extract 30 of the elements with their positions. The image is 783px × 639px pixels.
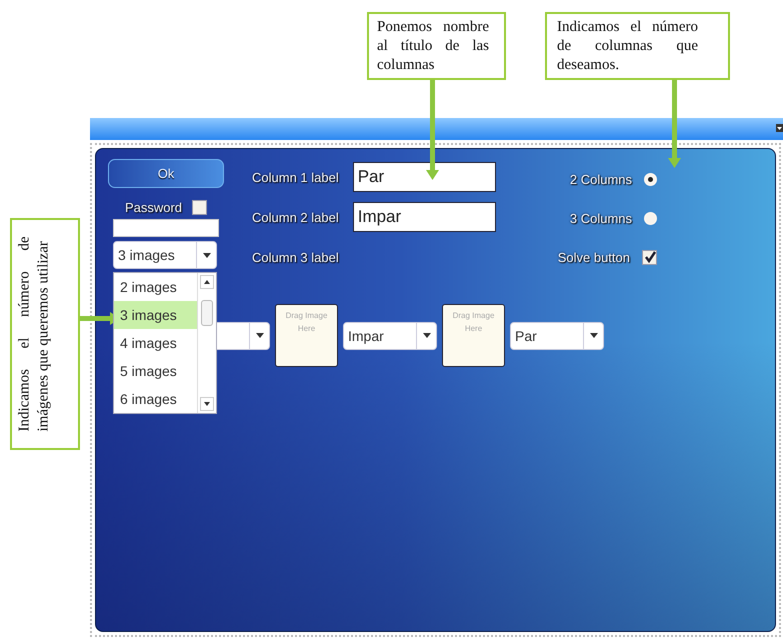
password-checkbox[interactable] [192, 200, 208, 215]
callout-text: Indicamos el número de columnas que deseamos. [545, 12, 730, 80]
option-label: Solve button [558, 250, 630, 264]
caret-icon [422, 333, 430, 338]
scroll-thumb[interactable] [201, 300, 213, 326]
column-name-field[interactable]: Impar [352, 202, 496, 232]
column-name-field[interactable]: Par [352, 162, 496, 192]
callout-text: Indicamos el número de imágenes que queremos utilizar [16, 236, 52, 432]
caret-icon [202, 252, 210, 258]
ok-button[interactable]: Ok [108, 159, 224, 188]
radio-button[interactable] [644, 172, 657, 186]
column-dropdown[interactable]: Impar [343, 322, 437, 350]
password-label: Password [124, 200, 182, 215]
scroll-down-icon[interactable] [200, 397, 214, 411]
caret-icon[interactable] [776, 124, 783, 132]
callout-text: Ponemos nombre al título de las columnas [367, 12, 506, 80]
column-dropdown[interactable]: Par [510, 322, 604, 350]
list-item[interactable]: 3 images [114, 301, 197, 329]
scroll-up-icon[interactable] [200, 275, 214, 289]
option-label: 2 Columns [570, 172, 632, 186]
column-label: Column 2 label [252, 210, 339, 224]
checkbox[interactable] [642, 250, 657, 264]
option-label: 3 Columns [570, 210, 632, 226]
caret-icon [256, 333, 264, 338]
images-dropdown[interactable]: 3 images [113, 241, 217, 269]
password-field[interactable] [113, 219, 219, 237]
column-label: Column 1 label [252, 170, 339, 184]
radio-button[interactable] [644, 212, 657, 224]
column-label: Column 3 label [252, 250, 339, 264]
caret-icon [590, 333, 598, 338]
